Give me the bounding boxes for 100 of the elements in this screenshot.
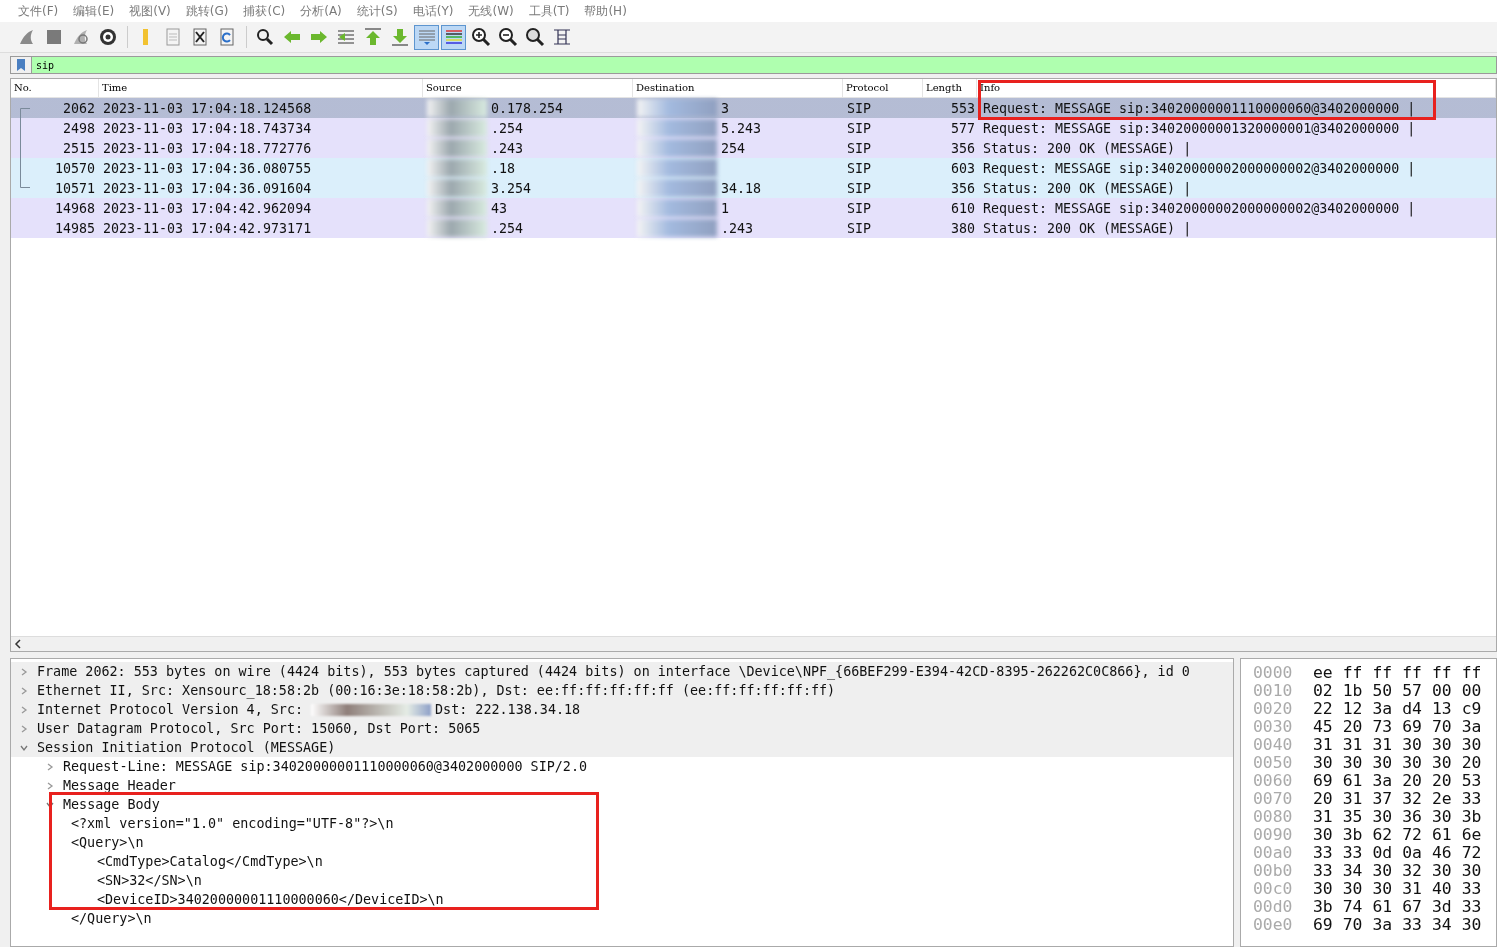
hex-byte[interactable]: 46 xyxy=(1432,842,1452,862)
hex-byte[interactable]: 30 xyxy=(1432,806,1452,826)
tree-item[interactable]: Message Body xyxy=(63,797,160,812)
hex-byte[interactable]: 20 xyxy=(1342,716,1363,736)
hex-byte[interactable]: 50 xyxy=(1372,680,1393,700)
hex-byte[interactable]: 22 xyxy=(1313,698,1333,718)
hex-byte[interactable]: 72 xyxy=(1461,842,1482,862)
horizontal-scrollbar[interactable] xyxy=(11,636,1496,651)
selected-packet-row[interactable]: 2062 2023-11-03 17:04:18.124568 0.178.254 3 SIP 553 Request: MESSAGE sip:34020000001110000060@3402000000 | xyxy=(11,98,1496,118)
hex-byte[interactable]: ff xyxy=(1372,662,1393,682)
hex-byte[interactable]: 34 xyxy=(1432,914,1452,934)
hex-byte[interactable]: 32 xyxy=(1402,860,1422,880)
packet-row[interactable]: 2515 2023-11-03 17:04:18.772776 .243 254 SIP 356 Status: 200 OK (MESSAGE) | xyxy=(11,138,1496,158)
tree-item[interactable]: <DeviceID>34020000001110000060</DeviceID>\n xyxy=(97,892,444,907)
hex-byte[interactable]: ff xyxy=(1342,662,1363,682)
hex-byte[interactable]: 3b xyxy=(1342,824,1363,844)
packet-row[interactable]: 10571 2023-11-03 17:04:36.091604 3.254 34.18 SIP 356 Status: 200 OK (MESSAGE) | xyxy=(11,178,1496,198)
hex-byte[interactable]: 69 xyxy=(1313,914,1333,934)
hex-byte[interactable]: 61 xyxy=(1432,824,1452,844)
hex-byte[interactable]: 30 xyxy=(1432,734,1452,754)
hex-byte[interactable]: 70 xyxy=(1342,914,1363,934)
hex-byte[interactable]: 61 xyxy=(1372,896,1393,916)
menu-item[interactable]: 分析(A) xyxy=(300,2,342,20)
hex-byte[interactable]: 33 xyxy=(1402,914,1422,934)
hex-byte[interactable]: 72 xyxy=(1402,824,1422,844)
menu-item[interactable]: 工具(T) xyxy=(528,2,570,20)
hex-byte[interactable]: 30 xyxy=(1461,860,1482,880)
hex-byte[interactable]: 3a xyxy=(1372,914,1393,934)
hex-byte[interactable]: 0a xyxy=(1402,842,1422,862)
hex-byte[interactable]: 3a xyxy=(1372,698,1393,718)
menu-item[interactable]: 视图(V) xyxy=(129,2,171,20)
hex-byte[interactable]: 30 xyxy=(1461,914,1482,934)
hex-byte[interactable]: 30 xyxy=(1372,860,1393,880)
hex-byte[interactable]: d4 xyxy=(1402,698,1422,718)
tree-item[interactable]: <Query>\n xyxy=(71,835,144,850)
hex-byte[interactable]: 31 xyxy=(1313,806,1333,826)
hex-byte[interactable]: 30 xyxy=(1402,752,1422,772)
column-header[interactable]: Source xyxy=(423,79,633,97)
column-header[interactable]: Destination xyxy=(633,79,843,97)
hex-byte[interactable]: 35 xyxy=(1342,806,1363,826)
hex-byte[interactable]: 00 xyxy=(1461,680,1482,700)
hex-byte[interactable]: 31 xyxy=(1372,734,1393,754)
hex-byte[interactable]: 33 xyxy=(1313,860,1333,880)
menu-item[interactable]: 编辑(E) xyxy=(73,2,115,20)
hex-byte[interactable]: 30 xyxy=(1432,752,1452,772)
menu-item[interactable]: 电话(Y) xyxy=(412,2,454,20)
tree-item[interactable]: <?xml version="1.0" encoding="UTF-8"?>\n xyxy=(71,816,394,831)
menu-item[interactable]: 无线(W) xyxy=(468,2,514,20)
hex-byte[interactable]: 30 xyxy=(1402,734,1422,754)
hex-byte[interactable]: 67 xyxy=(1402,896,1422,916)
hex-byte[interactable]: 20 xyxy=(1313,788,1333,808)
hex-byte[interactable]: 3b xyxy=(1461,806,1482,826)
tree-item[interactable]: <CmdType>Catalog</CmdType>\n xyxy=(97,854,323,869)
menu-item[interactable]: 文件(F) xyxy=(18,2,59,20)
hex-byte[interactable]: 0d xyxy=(1372,842,1393,862)
menu-item[interactable]: 统计(S) xyxy=(356,2,398,20)
hex-byte[interactable]: 70 xyxy=(1432,716,1452,736)
hex-byte[interactable]: 6e xyxy=(1461,824,1482,844)
hex-byte[interactable]: 30 xyxy=(1342,878,1363,898)
hex-byte[interactable]: 33 xyxy=(1342,842,1363,862)
menu-item[interactable]: 跳转(G) xyxy=(185,2,229,20)
hex-byte[interactable]: 00 xyxy=(1432,680,1452,700)
hex-byte[interactable]: 30 xyxy=(1342,752,1363,772)
hex-byte[interactable]: 13 xyxy=(1432,698,1452,718)
hex-byte[interactable]: 2e xyxy=(1432,788,1452,808)
column-header[interactable]: No. xyxy=(11,79,99,97)
tree-item[interactable]: Internet Protocol Version 4, Src: xyxy=(37,702,304,717)
column-header[interactable]: Length xyxy=(923,79,977,97)
hex-byte[interactable]: 61 xyxy=(1342,770,1363,790)
tree-item[interactable]: Request-Line: MESSAGE sip:34020000001110000060@3402000000 SIP/2.0 xyxy=(63,759,588,774)
hex-byte[interactable]: 31 xyxy=(1402,878,1422,898)
hex-byte[interactable]: 3d xyxy=(1432,896,1452,916)
hex-byte[interactable]: 30 xyxy=(1313,752,1333,772)
hex-byte[interactable]: 33 xyxy=(1461,788,1482,808)
hex-byte[interactable]: 20 xyxy=(1402,770,1422,790)
hex-byte[interactable]: 30 xyxy=(1461,734,1482,754)
bookmark-icon[interactable] xyxy=(15,58,27,72)
hex-byte[interactable]: 45 xyxy=(1313,716,1333,736)
tree-item[interactable]: Dst: 222.138.34.18 xyxy=(435,702,581,717)
tree-item[interactable]: Message Header xyxy=(63,778,176,793)
autoscroll-icon[interactable] xyxy=(414,24,439,50)
hex-byte[interactable]: 31 xyxy=(1342,788,1363,808)
hex-byte[interactable]: 32 xyxy=(1402,788,1422,808)
hex-byte[interactable]: 30 xyxy=(1372,806,1393,826)
hex-byte[interactable]: 3a xyxy=(1372,770,1393,790)
hex-byte[interactable]: 30 xyxy=(1372,878,1393,898)
hex-byte[interactable]: 1b xyxy=(1342,680,1363,700)
hex-byte[interactable]: 12 xyxy=(1342,698,1363,718)
menu-item[interactable]: 捕获(C) xyxy=(243,2,286,20)
menu-item[interactable]: 帮助(H) xyxy=(584,2,627,20)
hex-byte[interactable]: 73 xyxy=(1372,716,1393,736)
tree-item[interactable]: <SN>32</SN>\n xyxy=(97,873,202,888)
hex-byte[interactable]: 20 xyxy=(1461,752,1482,772)
hex-byte[interactable]: ee xyxy=(1313,662,1333,682)
hex-byte[interactable]: 3a xyxy=(1461,716,1482,736)
hex-byte[interactable]: ff xyxy=(1461,662,1482,682)
hex-byte[interactable]: 30 xyxy=(1313,824,1333,844)
hex-byte[interactable]: 20 xyxy=(1432,770,1452,790)
hex-byte[interactable]: c9 xyxy=(1461,698,1482,718)
hex-byte[interactable]: 69 xyxy=(1402,716,1422,736)
